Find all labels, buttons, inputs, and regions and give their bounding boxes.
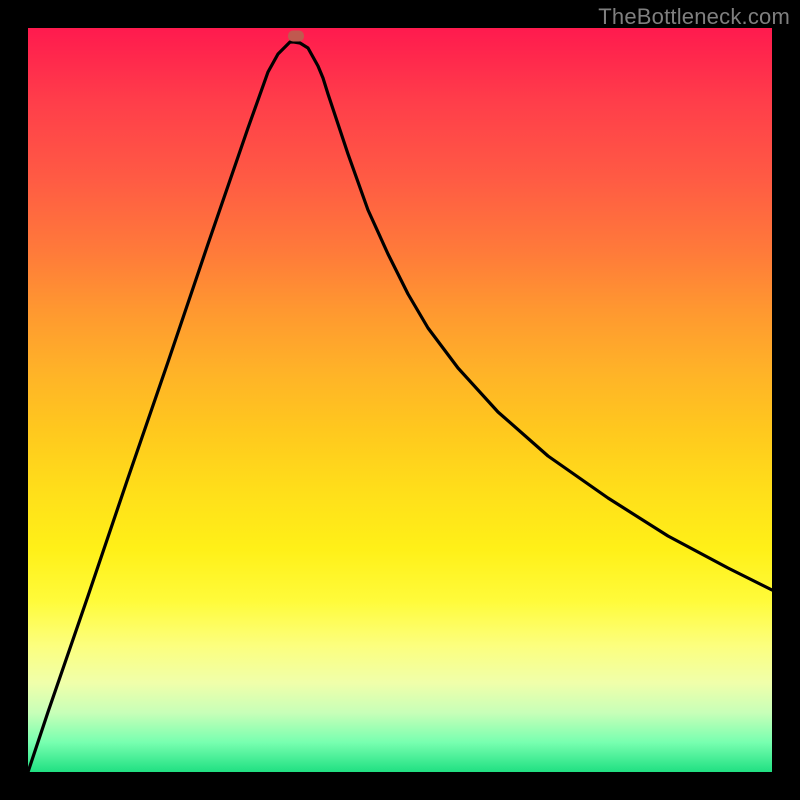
watermark-text: TheBottleneck.com xyxy=(598,4,790,30)
plot-area xyxy=(28,28,772,772)
chart-frame: TheBottleneck.com xyxy=(0,0,800,800)
bottleneck-curve xyxy=(28,28,772,772)
optimum-marker xyxy=(288,31,304,42)
